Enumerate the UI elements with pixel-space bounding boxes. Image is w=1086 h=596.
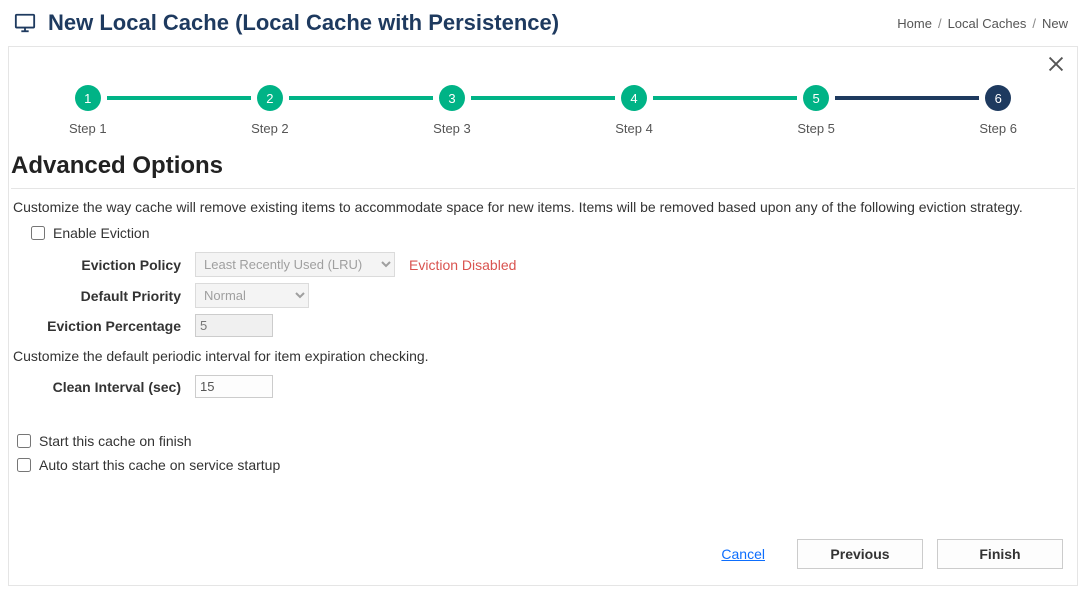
- step-4[interactable]: 4 Step 4: [615, 85, 653, 136]
- wizard-stepper: 1 Step 1 2 Step 2 3 Step 3 4 Step 4 5 St…: [9, 55, 1077, 146]
- step-connector: [107, 96, 251, 100]
- step-label: Step 2: [251, 121, 289, 136]
- step-connector: [835, 96, 979, 100]
- step-circle: 3: [439, 85, 465, 111]
- step-connector: [289, 96, 433, 100]
- clean-interval-label: Clean Interval (sec): [13, 379, 195, 395]
- step-circle: 5: [803, 85, 829, 111]
- step-connector: [653, 96, 797, 100]
- eviction-percentage-row: Eviction Percentage: [13, 311, 1073, 340]
- clean-interval-input[interactable]: [195, 375, 273, 398]
- eviction-policy-select[interactable]: Least Recently Used (LRU): [195, 252, 395, 277]
- step-label: Step 4: [615, 121, 653, 136]
- wizard-footer: Cancel Previous Finish: [9, 527, 1077, 573]
- step-circle: 1: [75, 85, 101, 111]
- breadcrumb-home[interactable]: Home: [897, 16, 932, 31]
- enable-eviction-row[interactable]: Enable Eviction: [13, 223, 1073, 249]
- eviction-policy-row: Eviction Policy Least Recently Used (LRU…: [13, 249, 1073, 280]
- eviction-percentage-input[interactable]: [195, 314, 273, 337]
- clean-interval-row: Clean Interval (sec): [13, 372, 1073, 401]
- breadcrumb-separator: /: [938, 16, 942, 31]
- divider: [11, 188, 1075, 189]
- step-1[interactable]: 1 Step 1: [69, 85, 107, 136]
- auto-start-checkbox[interactable]: [17, 458, 31, 472]
- step-circle: 2: [257, 85, 283, 111]
- monitor-icon: [14, 12, 36, 34]
- step-label: Step 3: [433, 121, 471, 136]
- auto-start-label: Auto start this cache on service startup: [39, 457, 280, 473]
- breadcrumb-local-caches[interactable]: Local Caches: [948, 16, 1027, 31]
- page-title: New Local Cache (Local Cache with Persis…: [48, 10, 559, 36]
- form-content: Customize the way cache will remove exis…: [9, 199, 1077, 479]
- enable-eviction-label: Enable Eviction: [53, 225, 150, 241]
- auto-start-row[interactable]: Auto start this cache on service startup: [13, 455, 1073, 479]
- step-3[interactable]: 3 Step 3: [433, 85, 471, 136]
- breadcrumb: Home / Local Caches / New: [897, 16, 1068, 31]
- step-2[interactable]: 2 Step 2: [251, 85, 289, 136]
- eviction-policy-label: Eviction Policy: [13, 257, 195, 273]
- step-6[interactable]: 6 Step 6: [979, 85, 1017, 136]
- default-priority-select[interactable]: Normal: [195, 283, 309, 308]
- start-on-finish-checkbox[interactable]: [17, 434, 31, 448]
- eviction-percentage-label: Eviction Percentage: [13, 318, 195, 334]
- step-5[interactable]: 5 Step 5: [797, 85, 835, 136]
- finish-button[interactable]: Finish: [937, 539, 1063, 569]
- default-priority-row: Default Priority Normal: [13, 280, 1073, 311]
- step-label: Step 5: [797, 121, 835, 136]
- close-button[interactable]: [1045, 53, 1067, 78]
- step-circle: 6: [985, 85, 1011, 111]
- breadcrumb-separator: /: [1032, 16, 1036, 31]
- step-circle: 4: [621, 85, 647, 111]
- wizard-panel: 1 Step 1 2 Step 2 3 Step 3 4 Step 4 5 St…: [8, 46, 1078, 586]
- eviction-description: Customize the way cache will remove exis…: [13, 199, 1073, 215]
- clean-interval-description: Customize the default periodic interval …: [13, 348, 1073, 364]
- previous-button[interactable]: Previous: [797, 539, 923, 569]
- start-on-finish-label: Start this cache on finish: [39, 433, 192, 449]
- step-connector: [471, 96, 615, 100]
- step-label: Step 6: [979, 121, 1017, 136]
- page-header: New Local Cache (Local Cache with Persis…: [0, 0, 1086, 46]
- section-title: Advanced Options: [11, 146, 1075, 188]
- start-on-finish-row[interactable]: Start this cache on finish: [13, 431, 1073, 455]
- step-label: Step 1: [69, 121, 107, 136]
- eviction-disabled-warning: Eviction Disabled: [409, 257, 516, 273]
- cancel-link[interactable]: Cancel: [721, 546, 765, 562]
- default-priority-label: Default Priority: [13, 288, 195, 304]
- breadcrumb-new: New: [1042, 16, 1068, 31]
- enable-eviction-checkbox[interactable]: [31, 226, 45, 240]
